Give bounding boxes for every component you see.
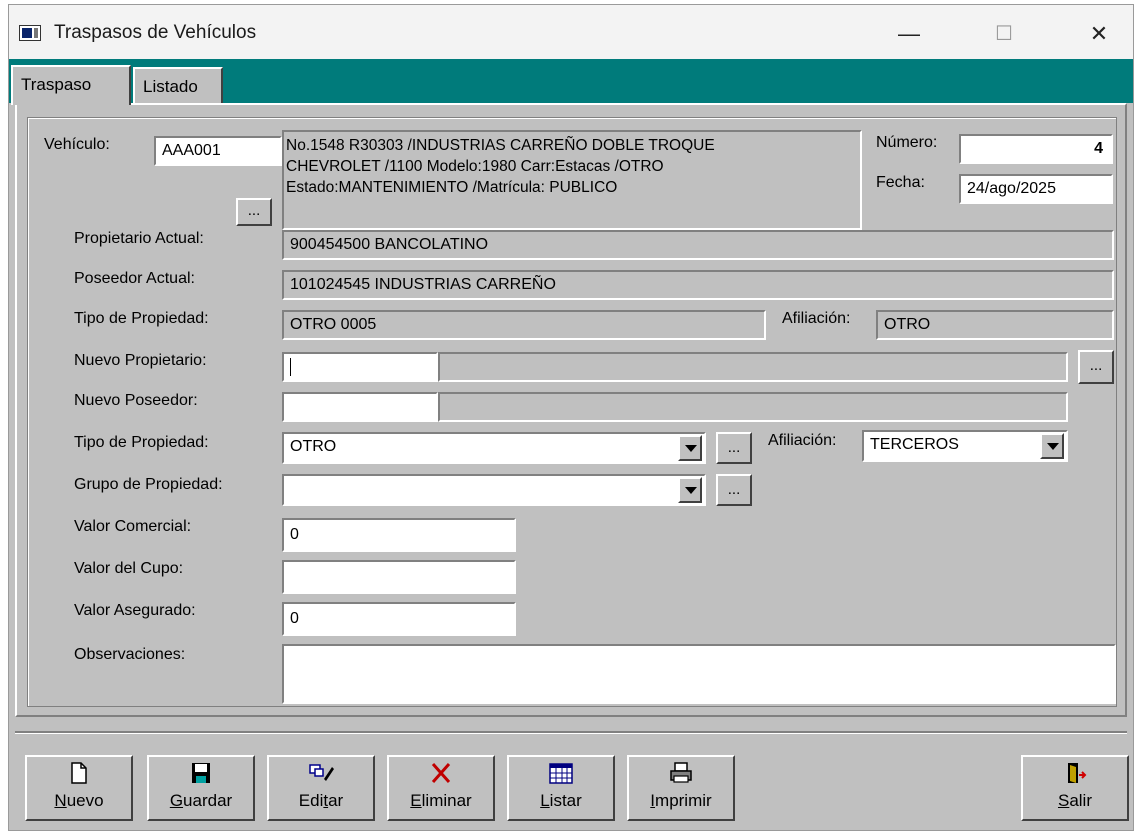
valor-comercial-label: Valor Comercial:: [74, 518, 192, 535]
valor-comercial-input[interactable]: 0: [282, 518, 516, 552]
vehiculo-input[interactable]: AAA001: [154, 136, 282, 166]
imprimir-label: Imprimir: [650, 791, 712, 810]
afiliacion-actual-label: Afiliación:: [782, 310, 851, 327]
valor-asegurado-input[interactable]: 0: [282, 602, 516, 636]
bottom-toolbar: Nuevo Guardar Editar Eliminar Listar Imp…: [9, 731, 1133, 830]
chevron-down-icon[interactable]: [678, 435, 702, 461]
nuevo-propietario-input[interactable]: [282, 352, 438, 382]
imprimir-button[interactable]: Imprimir: [627, 755, 735, 821]
eliminar-button[interactable]: Eliminar: [387, 755, 495, 821]
valor-cupo-input[interactable]: [282, 560, 516, 594]
printer-icon: [629, 761, 733, 789]
vehiculo-description: No.1548 R30303 /INDUSTRIAS CARREÑO DOBLE…: [282, 130, 862, 230]
delete-x-icon: [389, 761, 493, 789]
valor-cupo-label: Valor del Cupo:: [74, 560, 184, 577]
tipo-propiedad-select[interactable]: OTRO: [282, 432, 706, 464]
editar-button[interactable]: Editar: [267, 755, 375, 821]
guardar-label: Guardar: [169, 791, 233, 810]
grupo-propiedad-lookup-button[interactable]: ...: [716, 474, 752, 506]
observaciones-textarea[interactable]: [282, 644, 1116, 704]
valor-asegurado-label: Valor Asegurado:: [74, 602, 196, 619]
listar-button[interactable]: Listar: [507, 755, 615, 821]
save-floppy-icon: [149, 761, 253, 789]
nuevo-poseedor-desc: [438, 392, 1068, 422]
toolbar-divider: [15, 731, 1127, 734]
observaciones-label: Observaciones:: [74, 646, 186, 663]
listar-label: Listar: [540, 791, 582, 810]
app-icon: [19, 25, 41, 41]
tab-strip: Traspaso Listado: [9, 59, 1133, 105]
afiliacion-label: Afiliación:: [768, 432, 837, 449]
tipo-propiedad-label: Tipo de Propiedad:: [74, 434, 209, 451]
app-window: Traspasos de Vehículos — ☐ ✕ Traspaso Li…: [8, 4, 1134, 831]
nuevo-button[interactable]: Nuevo: [25, 755, 133, 821]
propietario-actual-field: 900454500 BANCOLATINO: [282, 230, 1114, 260]
nuevo-propietario-lookup-button[interactable]: ...: [1078, 350, 1114, 384]
poseedor-actual-label: Poseedor Actual:: [74, 270, 195, 287]
salir-button[interactable]: Salir: [1021, 755, 1129, 821]
nuevo-propietario-desc: [438, 352, 1068, 382]
salir-label: Salir: [1057, 791, 1092, 810]
edit-pencil-icon: [269, 761, 373, 789]
grupo-propiedad-select[interactable]: [282, 474, 706, 506]
chevron-down-icon[interactable]: [678, 477, 702, 503]
vehiculo-desc-line-1: No.1548 R30303 /INDUSTRIAS CARREÑO DOBLE…: [286, 137, 715, 154]
vehiculo-desc-line-3: Estado:MANTENIMIENTO /Matrícula: PUBLICO: [286, 179, 618, 196]
window-title: Traspasos de Vehículos: [54, 22, 257, 43]
new-document-icon: [27, 761, 131, 789]
vehiculo-lookup-button[interactable]: ...: [236, 198, 272, 226]
nuevo-poseedor-input[interactable]: [282, 392, 438, 422]
numero-label: Número:: [876, 134, 938, 151]
propietario-actual-label: Propietario Actual:: [74, 230, 204, 247]
nuevo-propietario-label: Nuevo Propietario:: [74, 352, 207, 369]
editar-label: Editar: [298, 791, 344, 810]
numero-field[interactable]: 4: [959, 134, 1113, 164]
eliminar-label: Eliminar: [410, 791, 472, 810]
tipo-propiedad-lookup-button[interactable]: ...: [716, 432, 752, 464]
tab-traspaso[interactable]: Traspaso: [11, 65, 131, 105]
afiliacion-actual-field: OTRO: [876, 310, 1114, 340]
fecha-label: Fecha:: [876, 174, 925, 191]
fecha-field[interactable]: 24/ago/2025: [959, 174, 1113, 204]
chevron-down-icon[interactable]: [1040, 433, 1064, 459]
exit-door-icon: [1023, 761, 1127, 789]
nuevo-poseedor-label: Nuevo Poseedor:: [74, 392, 198, 409]
vehiculo-label: Vehículo:: [44, 136, 110, 153]
nuevo-label: Nuevo: [54, 791, 104, 810]
close-button[interactable]: ✕: [1069, 15, 1129, 53]
guardar-button[interactable]: Guardar: [147, 755, 255, 821]
grupo-propiedad-label: Grupo de Propiedad:: [74, 476, 223, 493]
tab-listado[interactable]: Listado: [133, 67, 223, 103]
traspaso-panel: Vehículo: AAA001 ... No.1548 R30303 /IND…: [15, 103, 1127, 717]
vehiculo-desc-line-2: CHEVROLET /1100 Modelo:1980 Carr:Estacas…: [286, 158, 664, 175]
afiliacion-select[interactable]: TERCEROS: [862, 430, 1068, 462]
tipo-propiedad-actual-field: OTRO 0005: [282, 310, 766, 340]
minimize-button[interactable]: —: [879, 15, 939, 53]
poseedor-actual-field: 101024545 INDUSTRIAS CARREÑO: [282, 270, 1114, 300]
maximize-button[interactable]: ☐: [974, 15, 1034, 53]
title-bar: Traspasos de Vehículos — ☐ ✕: [9, 5, 1133, 59]
calendar-list-icon: [509, 761, 613, 789]
tipo-propiedad-value: OTRO: [290, 438, 337, 455]
text-cursor: [290, 357, 291, 376]
afiliacion-value: TERCEROS: [870, 436, 959, 453]
tipo-propiedad-actual-label: Tipo de Propiedad:: [74, 310, 209, 327]
form-frame: Vehículo: AAA001 ... No.1548 R30303 /IND…: [27, 117, 1117, 707]
